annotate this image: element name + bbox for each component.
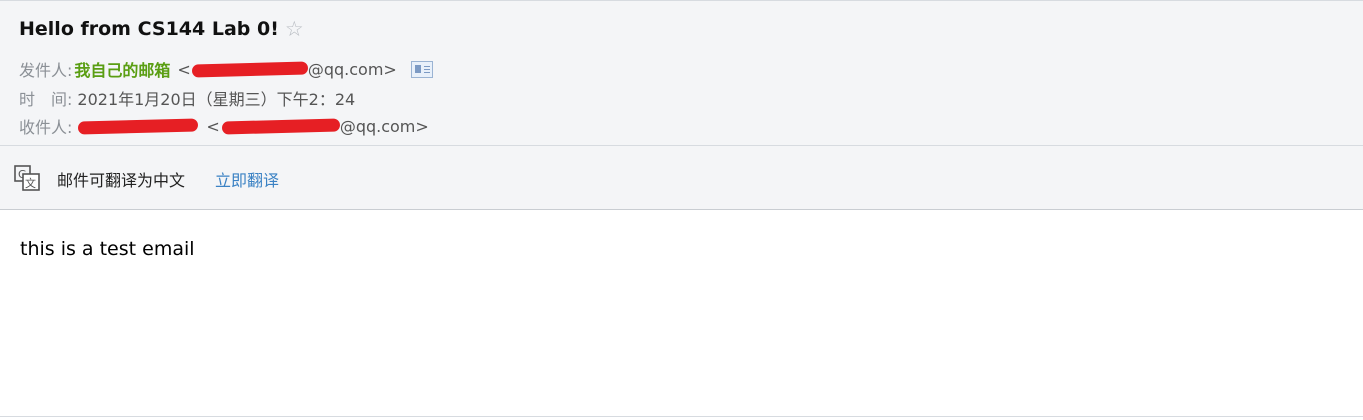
- redacted-recipient-name: [78, 117, 199, 135]
- redacted-recipient-address: [221, 117, 340, 135]
- translate-prompt: 邮件可翻译为中文: [57, 171, 186, 190]
- translate-icon: G 文: [14, 165, 40, 191]
- to-addr-domain: @qq.com>: [339, 116, 429, 136]
- translate-now-link[interactable]: 立即翻译: [215, 167, 279, 191]
- divider: [0, 416, 1363, 417]
- from-row: 发件人: 我自己的邮箱 < @qq.com>: [19, 57, 433, 81]
- contact-card-icon[interactable]: [410, 60, 433, 78]
- redacted-sender-address: [191, 60, 308, 78]
- translate-bar: G 文 邮件可翻译为中文 立即翻译: [0, 146, 1363, 210]
- time-label: 时 间:: [19, 90, 73, 109]
- star-icon[interactable]: ☆: [285, 18, 304, 40]
- from-label: 发件人:: [19, 61, 73, 80]
- to-row: 收件人: < @qq.com>: [19, 114, 429, 138]
- from-addr-domain: @qq.com>: [307, 59, 397, 79]
- to-label: 收件人:: [19, 118, 73, 137]
- from-addr-open: <: [177, 59, 191, 79]
- mail-body: this is a test email: [20, 238, 195, 260]
- time-value: 2021年1月20日（星期三）下午2：24: [77, 90, 356, 109]
- to-addr-open: <: [206, 116, 220, 136]
- time-row: 时 间: 2021年1月20日（星期三）下午2：24: [19, 86, 355, 110]
- mail-subject: Hello from CS144 Lab 0! ☆: [19, 18, 304, 40]
- mail-header: Hello from CS144 Lab 0! ☆ 发件人: 我自己的邮箱 < …: [0, 0, 1363, 146]
- sender-name[interactable]: 我自己的邮箱: [74, 57, 170, 81]
- svg-text:文: 文: [25, 176, 36, 190]
- subject-text: Hello from CS144 Lab 0!: [19, 18, 279, 40]
